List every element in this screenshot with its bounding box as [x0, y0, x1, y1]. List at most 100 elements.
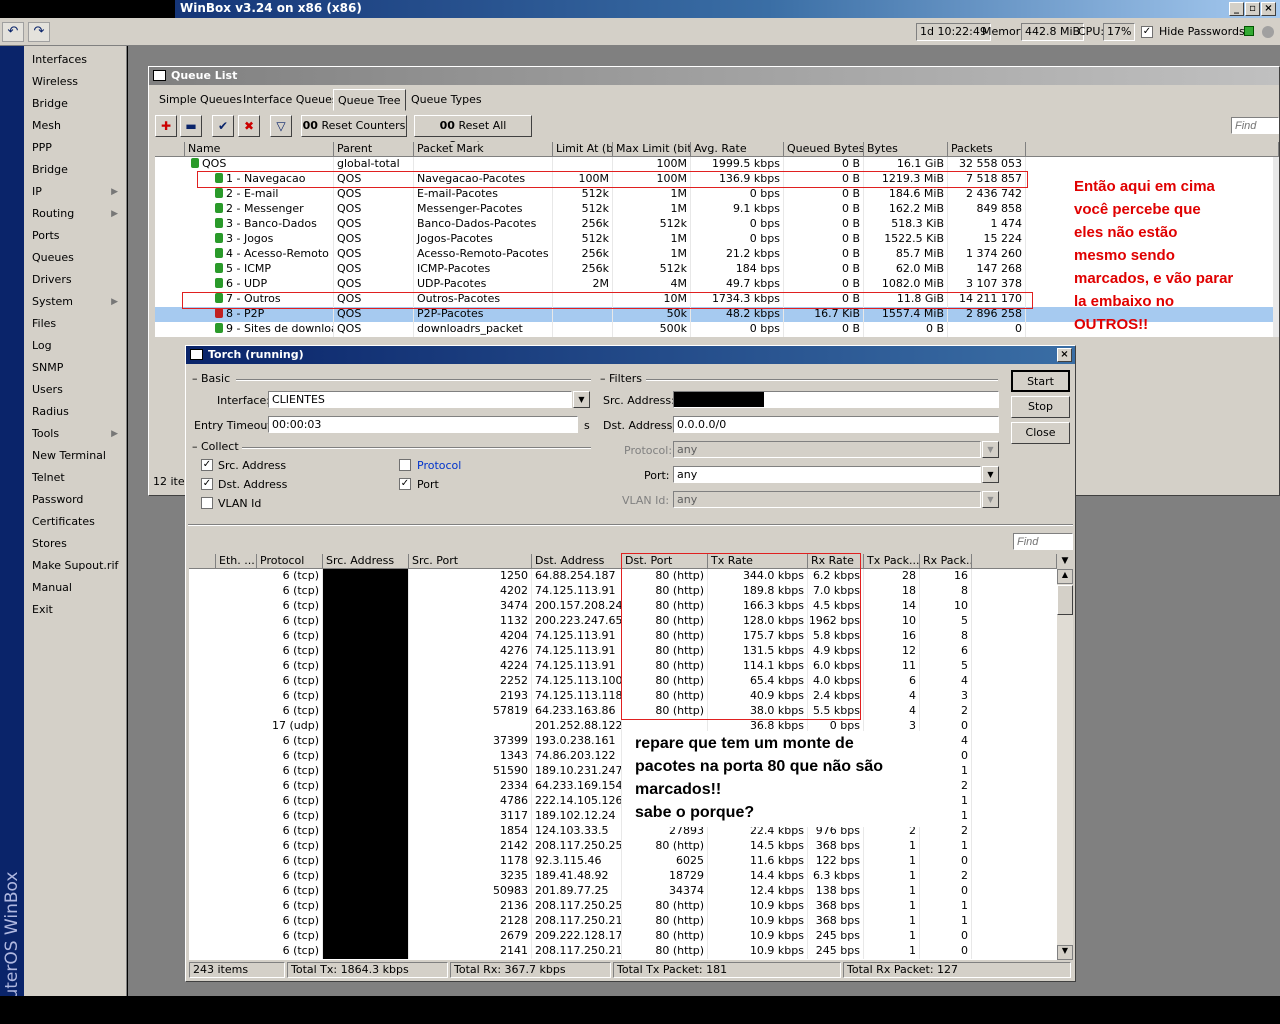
traffic-row[interactable]: 6 (tcp) 3235 189.41.48.92 18729 14.4 kbps 6.3… [189, 869, 1057, 884]
traffic-row[interactable]: 6 (tcp) 50983 201.89.77.25 34374 12.4 kbps 13… [189, 884, 1057, 899]
traffic-row[interactable]: 6 (tcp) 2136 208.117.250.25 80 (http) 10.9 k… [189, 899, 1057, 914]
column-header[interactable]: Protocol [257, 554, 323, 569]
close-torch-button[interactable]: Close [1011, 422, 1070, 444]
menu-item-bridge[interactable]: Bridge [24, 159, 124, 181]
collect-port-checkbox[interactable]: ✓ [399, 478, 411, 490]
queue-find-input[interactable] [1231, 117, 1279, 134]
src-address-field[interactable] [673, 391, 999, 408]
reset-counters-button[interactable]: 00 Reset Counters [301, 115, 407, 137]
undo-icon[interactable]: ↶ [2, 22, 24, 42]
scroll-down-icon[interactable]: ▼ [1057, 945, 1073, 960]
basic-section-label: – Basic [192, 372, 231, 385]
traffic-cell: 8 [920, 629, 972, 644]
traffic-row[interactable]: 6 (tcp) 2142 208.117.250.25 80 (http) 14.5 k… [189, 839, 1057, 854]
menu-item-ppp[interactable]: PPP [24, 137, 124, 159]
menu-item-interfaces[interactable]: Interfaces [24, 49, 124, 71]
filter-icon[interactable]: ▽ [270, 115, 292, 137]
menu-item-password[interactable]: Password [24, 489, 124, 511]
torch-find-input[interactable] [1013, 533, 1073, 550]
menu-item-make-supout-rif[interactable]: Make Supout.rif [24, 555, 124, 577]
menu-item-wireless[interactable]: Wireless [24, 71, 124, 93]
entry-timeout-field[interactable]: 00:00:03 [268, 416, 578, 433]
close-button[interactable]: × [1261, 2, 1276, 16]
tab-queue-tree[interactable]: Queue Tree [333, 89, 406, 111]
menu-item-exit[interactable]: Exit [24, 599, 124, 621]
queue-list-title-bar[interactable]: Queue List [149, 67, 1279, 85]
column-header[interactable]: Src. Address [323, 554, 409, 569]
port-field[interactable]: any [673, 466, 981, 483]
port-dropdown-icon[interactable]: ▼ [982, 466, 999, 483]
torch-scrollbar[interactable]: ▲ ▼ [1057, 569, 1073, 960]
collect-dst-address-checkbox[interactable]: ✓ [201, 478, 213, 490]
column-header[interactable]: Queued Bytes [784, 142, 864, 157]
interface-field[interactable]: CLIENTES [268, 391, 572, 408]
scroll-up-icon[interactable]: ▲ [1057, 569, 1073, 584]
redo-icon[interactable]: ↷ [28, 22, 50, 42]
menu-item-routing[interactable]: Routing ▶ [24, 203, 124, 225]
menu-item-system[interactable]: System ▶ [24, 291, 124, 313]
column-header[interactable]: Dst. Address [532, 554, 622, 569]
dst-address-field[interactable]: 0.0.0.0/0 [673, 416, 999, 433]
column-header[interactable]: Rx Pack... [920, 554, 972, 569]
menu-item-snmp[interactable]: SNMP [24, 357, 124, 379]
column-header[interactable]: Name [185, 142, 334, 157]
menu-item-files[interactable]: Files [24, 313, 124, 335]
menu-item-stores[interactable]: Stores [24, 533, 124, 555]
menu-item-ports[interactable]: Ports [24, 225, 124, 247]
maximize-button[interactable]: ▫ [1245, 2, 1260, 16]
column-header[interactable]: Packet Mark [414, 142, 553, 157]
column-header[interactable]: Limit At (b... [553, 142, 613, 157]
queue-row[interactable]: QOS global-total 100M 1999.5 kbps 0 B 16.1 Gi… [155, 157, 1279, 172]
menu-item-certificates[interactable]: Certificates [24, 511, 124, 533]
menu-item-mesh[interactable]: Mesh [24, 115, 124, 137]
traffic-row[interactable]: 6 (tcp) 2679 209.222.128.176 80 (http) 10.9 … [189, 929, 1057, 944]
remove-icon[interactable]: ▬ [180, 115, 202, 137]
menu-item-tools[interactable]: Tools ▶ [24, 423, 124, 445]
enable-icon[interactable]: ✔ [212, 115, 234, 137]
menu-item-log[interactable]: Log [24, 335, 124, 357]
traffic-cell: 245 bps [808, 944, 864, 959]
column-header[interactable]: Packets [948, 142, 1026, 157]
start-button[interactable]: Start [1011, 370, 1070, 392]
column-header[interactable]: Avg. Rate [691, 142, 784, 157]
column-header[interactable]: Tx Pack... [864, 554, 920, 569]
torch-close-icon[interactable]: × [1057, 348, 1072, 362]
disable-icon[interactable]: ✖ [238, 115, 260, 137]
stop-button[interactable]: Stop [1011, 396, 1070, 418]
column-header[interactable]: Eth. ... [216, 554, 257, 569]
queue-cell: 0 B [784, 202, 864, 217]
tab-queue-types[interactable]: Queue Types [407, 89, 486, 111]
menu-item-new-terminal[interactable]: New Terminal [24, 445, 124, 467]
traffic-row[interactable]: 6 (tcp) 2128 208.117.250.21 80 (http) 10.9 k… [189, 914, 1057, 929]
collect-src-address-checkbox[interactable]: ✓ [201, 459, 213, 471]
traffic-row[interactable]: 6 (tcp) 1178 92.3.115.46 6025 11.6 kbps 122 b… [189, 854, 1057, 869]
collect-vlan-id-checkbox[interactable] [201, 497, 213, 509]
tab-simple-queues[interactable]: Simple Queues [155, 89, 246, 111]
hide-passwords-checkbox[interactable]: ✓ [1141, 26, 1153, 38]
reset-all-counters-button[interactable]: 00 Reset All Counters [414, 115, 532, 152]
menu-item-radius[interactable]: Radius [24, 401, 124, 423]
menu-item-drivers[interactable]: Drivers [24, 269, 124, 291]
collect-protocol-checkbox[interactable] [399, 459, 411, 471]
connection-status-icon [1244, 26, 1254, 36]
minimize-button[interactable]: _ [1229, 2, 1244, 16]
menu-item-telnet[interactable]: Telnet [24, 467, 124, 489]
column-header[interactable]: Max Limit (bits... [613, 142, 691, 157]
collect-src-address-label: Src. Address [218, 459, 287, 472]
column-header[interactable]: Src. Port [409, 554, 532, 569]
table-menu-dropdown-icon[interactable]: ▼ [1057, 554, 1073, 569]
traffic-row[interactable]: 6 (tcp) 2141 208.117.250.21 80 (http) 10.9 k… [189, 944, 1057, 959]
menu-item-users[interactable]: Users [24, 379, 124, 401]
traffic-cell: 6 (tcp) [257, 929, 323, 944]
scroll-thumb[interactable] [1057, 585, 1073, 615]
add-icon[interactable]: ✚ [155, 115, 177, 137]
column-header[interactable]: Parent [334, 142, 414, 157]
menu-item-bridge[interactable]: Bridge [24, 93, 124, 115]
tab-interface-queues[interactable]: Interface Queues [239, 89, 342, 111]
column-header[interactable]: Bytes [864, 142, 948, 157]
torch-title-bar[interactable]: Torch (running) × [186, 346, 1075, 364]
menu-item-manual[interactable]: Manual [24, 577, 124, 599]
menu-item-queues[interactable]: Queues [24, 247, 124, 269]
interface-dropdown-icon[interactable]: ▼ [573, 391, 590, 408]
menu-item-ip[interactable]: IP ▶ [24, 181, 124, 203]
